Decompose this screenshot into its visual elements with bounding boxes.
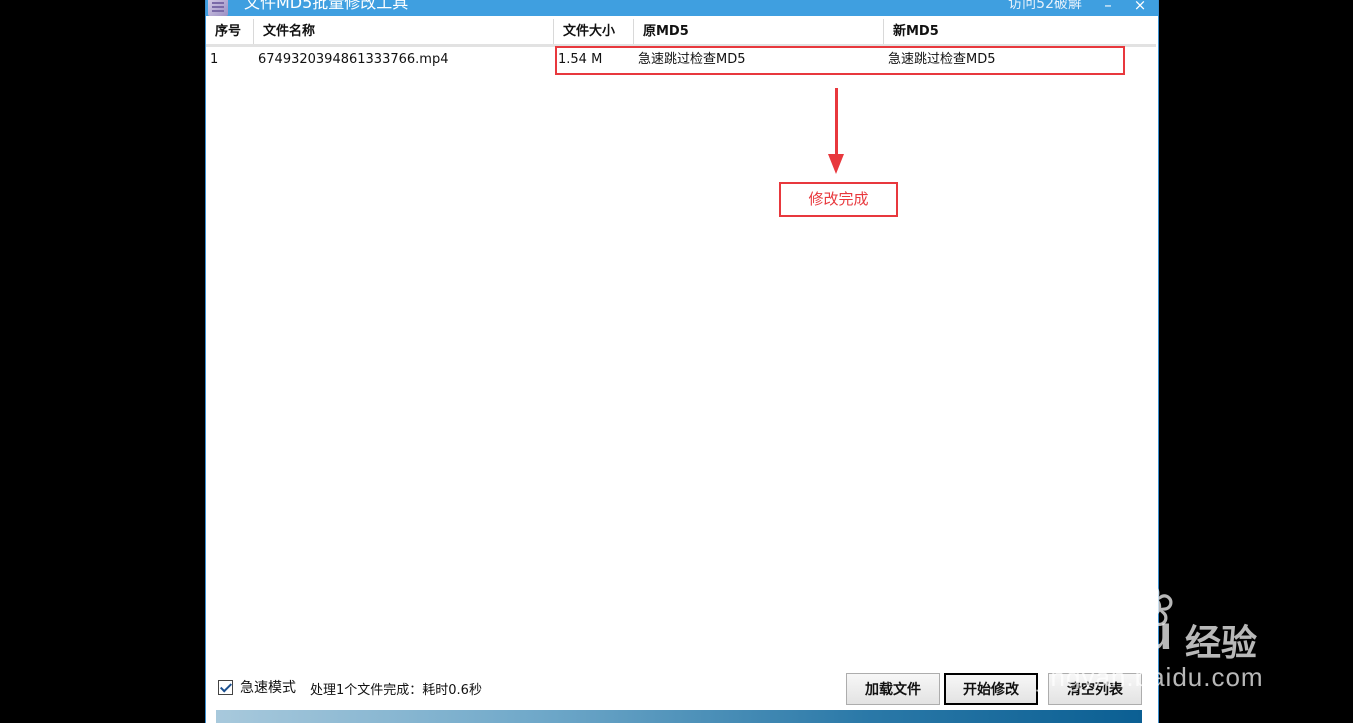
row-index: 1: [210, 52, 219, 67]
visit-52pojie-link[interactable]: 访问52破解: [1008, 0, 1082, 14]
fast-mode-checkbox[interactable]: [218, 680, 233, 695]
annotation-done-label: 修改完成: [779, 182, 898, 217]
column-header-new-md5[interactable]: 新MD5: [884, 19, 1156, 44]
bottom-progress-strip: [216, 710, 1142, 723]
clear-list-button[interactable]: 清空列表: [1048, 673, 1142, 705]
watermark-cn: 经验: [1185, 622, 1258, 663]
column-header-index[interactable]: 序号: [206, 19, 254, 44]
start-modify-button[interactable]: 开始修改: [944, 673, 1038, 705]
annotation-arrow-shaft: [835, 88, 838, 158]
app-document-icon: [208, 0, 228, 16]
column-header-file-size[interactable]: 文件大小: [554, 19, 634, 44]
load-files-button[interactable]: 加载文件: [846, 673, 940, 705]
fast-mode-label[interactable]: 急速模式: [240, 679, 296, 697]
window-title: 文件MD5批量修改工具: [244, 0, 409, 12]
title-bar[interactable]: 文件MD5批量修改工具 访问52破解 – ×: [206, 0, 1158, 16]
app-window: 文件MD5批量修改工具 访问52破解 – × 序号 文件名称 文件大小 原MD5…: [205, 0, 1159, 723]
file-table-header: 序号 文件名称 文件大小 原MD5 新MD5: [206, 19, 1156, 47]
close-button[interactable]: ×: [1130, 0, 1150, 15]
minimize-button[interactable]: –: [1098, 0, 1118, 15]
row-file-name: 6749320394861333766.mp4: [258, 52, 449, 67]
column-header-old-md5[interactable]: 原MD5: [634, 19, 884, 44]
status-text: 处理1个文件完成：耗时0.6秒: [310, 683, 482, 698]
column-header-file-name[interactable]: 文件名称: [254, 19, 554, 44]
annotation-highlight-box: [555, 46, 1125, 75]
annotation-arrow-down-icon: [828, 154, 844, 174]
